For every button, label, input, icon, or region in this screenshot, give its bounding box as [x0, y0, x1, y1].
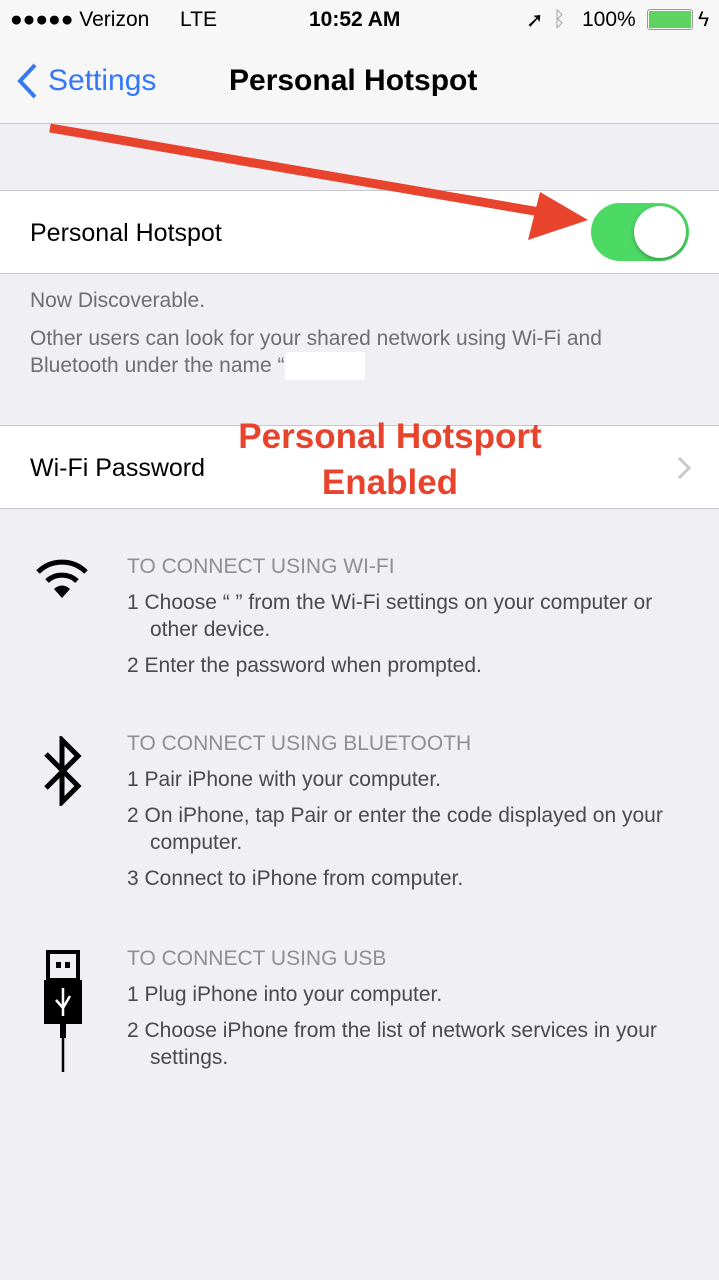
bluetooth-icon — [44, 736, 82, 806]
status-bar: ●●●●● Verizon LTE 10:52 AM ➚ ᛒ 100% ϟ — [0, 0, 719, 40]
carrier: ●●●●● Verizon — [10, 8, 150, 31]
discoverable-status: Now Discoverable. — [30, 289, 206, 312]
annotation-line2: Enabled — [321, 463, 459, 502]
step: 1 Choose “ ” from the Wi-Fi settings on … — [127, 591, 653, 641]
battery-percent: 100% — [582, 8, 636, 31]
step: 2 On iPhone, tap Pair or enter the code … — [127, 804, 663, 854]
back-button[interactable]: Settings — [16, 62, 156, 100]
step: 1 Plug iPhone into your computer. — [127, 983, 443, 1006]
section-heading: TO CONNECT USING WI-FI — [127, 555, 395, 578]
charging-icon: ϟ — [698, 8, 710, 31]
time: 10:52 AM — [309, 8, 401, 31]
location-icon: ➚ — [526, 9, 544, 32]
step: 2 Choose iPhone from the list of network… — [127, 1019, 657, 1069]
step: 2 Enter the password when prompted. — [127, 654, 482, 677]
annotation-arrow — [49, 123, 588, 240]
back-label: Settings — [48, 64, 157, 97]
wifi-icon — [36, 559, 88, 598]
annotation-line1: Personal Hotsport — [238, 417, 542, 456]
bluetooth-instructions: TO CONNECT USING BLUETOOTH 1 Pair iPhone… — [127, 730, 699, 901]
section-heading: TO CONNECT USING BLUETOOTH — [127, 732, 472, 755]
network-type: LTE — [180, 8, 217, 31]
redacted-name — [284, 352, 365, 381]
wifi-instructions: TO CONNECT USING WI-FI 1 Choose “ ” from… — [127, 553, 699, 688]
usb-instructions: TO CONNECT USING USB 1 Plug iPhone into … — [127, 945, 699, 1080]
wifi-password-label: Wi-Fi Password — [30, 454, 206, 482]
bluetooth-status-icon: ᛒ — [553, 8, 566, 31]
nav-bar: Settings Personal Hotspot — [0, 40, 719, 124]
discoverable-description: Other users can look for your shared net… — [30, 325, 670, 381]
section-heading: TO CONNECT USING USB — [127, 947, 387, 970]
annotation-text: Personal Hotsport Enabled — [200, 414, 580, 506]
chevron-right-icon — [677, 456, 691, 480]
step: 1 Pair iPhone with your computer. — [127, 768, 441, 791]
page-title: Personal Hotspot — [229, 64, 478, 97]
battery-icon — [647, 9, 693, 30]
usb-icon — [44, 950, 82, 1072]
step: 3 Connect to iPhone from computer. — [127, 867, 464, 890]
chevron-left-icon — [17, 63, 37, 99]
